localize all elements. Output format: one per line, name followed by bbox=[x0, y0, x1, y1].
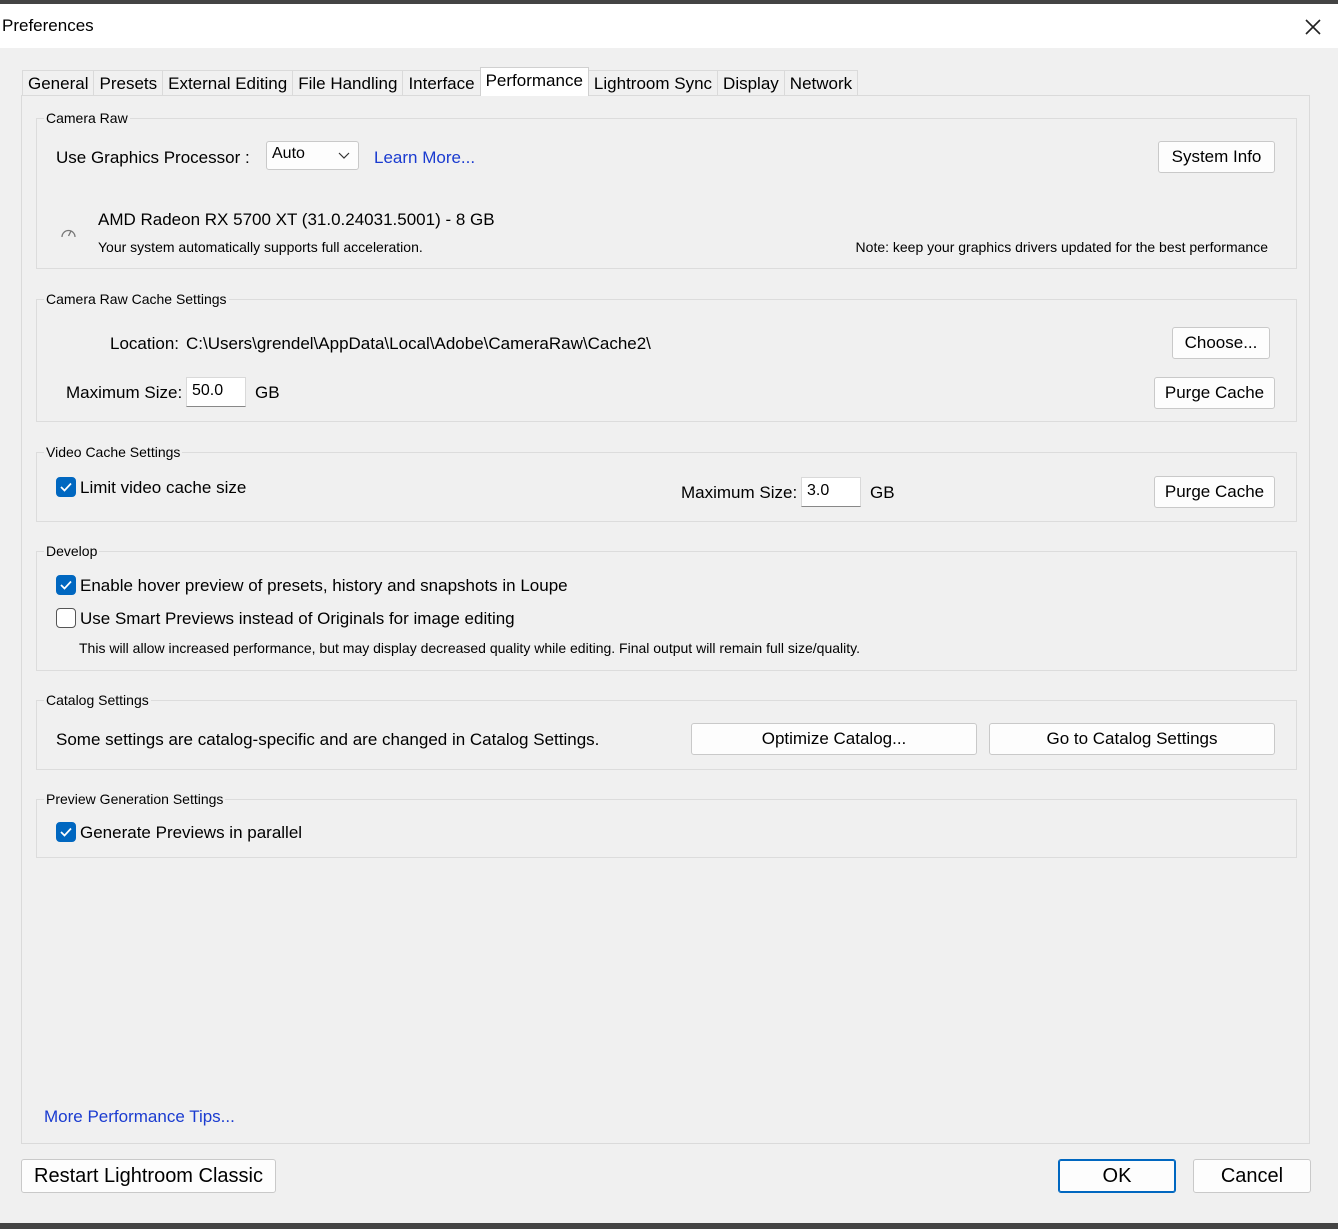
parallel-previews-label: Generate Previews in parallel bbox=[80, 823, 303, 842]
video-purge-cache-button[interactable]: Purge Cache bbox=[1154, 476, 1275, 508]
hover-preview-label: Enable hover preview of presets, history… bbox=[80, 576, 568, 595]
video-max-size-input[interactable]: 3.0 bbox=[801, 477, 861, 507]
cancel-button[interactable]: Cancel bbox=[1193, 1159, 1311, 1193]
smart-previews-checkbox[interactable] bbox=[56, 608, 76, 628]
tab-general[interactable]: General bbox=[22, 70, 95, 96]
close-button[interactable] bbox=[1298, 12, 1328, 42]
camera-raw-group: Camera Raw Use Graphics Processor : Auto… bbox=[36, 110, 1297, 269]
group-label: Develop bbox=[44, 543, 100, 559]
gpu-label: Use Graphics Processor : bbox=[56, 148, 250, 167]
video-cache-group: Video Cache Settings Limit video cache s… bbox=[36, 444, 1297, 522]
group-label: Camera Raw Cache Settings bbox=[44, 291, 229, 307]
go-to-catalog-settings-button[interactable]: Go to Catalog Settings bbox=[989, 723, 1275, 755]
group-label: Catalog Settings bbox=[44, 692, 151, 708]
group-label: Camera Raw bbox=[44, 110, 130, 126]
restart-lightroom-button[interactable]: Restart Lightroom Classic bbox=[21, 1159, 276, 1193]
tab-interface[interactable]: Interface bbox=[402, 70, 481, 96]
gpu-status: Your system automatically supports full … bbox=[98, 239, 423, 255]
parallel-previews-checkbox[interactable] bbox=[56, 822, 76, 842]
tab-bar: General Presets External Editing File Ha… bbox=[22, 67, 859, 96]
tab-network[interactable]: Network bbox=[783, 70, 859, 96]
gpu-select[interactable]: Auto bbox=[266, 141, 359, 170]
catalog-info-text: Some settings are catalog-specific and a… bbox=[56, 730, 600, 749]
chevron-down-icon bbox=[338, 152, 350, 159]
group-label: Preview Generation Settings bbox=[44, 791, 226, 807]
tab-display[interactable]: Display bbox=[717, 70, 785, 96]
camera-raw-cache-group: Camera Raw Cache Settings Location: C:\U… bbox=[36, 291, 1297, 422]
purge-cache-button[interactable]: Purge Cache bbox=[1154, 377, 1275, 409]
max-size-input[interactable]: 50.0 bbox=[186, 377, 246, 407]
driver-note: Note: keep your graphics drivers updated… bbox=[855, 239, 1268, 255]
hover-preview-checkbox[interactable] bbox=[56, 575, 76, 595]
develop-group: Develop Enable hover preview of presets,… bbox=[36, 543, 1297, 671]
smart-previews-note: This will allow increased performance, b… bbox=[79, 640, 860, 656]
video-unit-label: GB bbox=[870, 483, 895, 502]
optimize-catalog-button[interactable]: Optimize Catalog... bbox=[691, 723, 977, 755]
system-info-button[interactable]: System Info bbox=[1158, 141, 1275, 173]
choose-button[interactable]: Choose... bbox=[1172, 327, 1270, 359]
smart-previews-label: Use Smart Previews instead of Originals … bbox=[80, 609, 515, 628]
limit-video-cache-checkbox[interactable] bbox=[56, 477, 76, 497]
title-bar: Preferences bbox=[0, 4, 1338, 48]
preview-generation-group: Preview Generation Settings Generate Pre… bbox=[36, 791, 1297, 858]
catalog-settings-group: Catalog Settings Some settings are catal… bbox=[36, 692, 1297, 770]
unit-label: GB bbox=[255, 383, 280, 402]
preferences-window: Preferences General Presets External Edi… bbox=[0, 0, 1338, 1229]
location-value: C:\Users\grendel\AppData\Local\Adobe\Cam… bbox=[186, 334, 651, 353]
gpu-name: AMD Radeon RX 5700 XT (31.0.24031.5001) … bbox=[98, 210, 495, 229]
checkmark-icon bbox=[60, 580, 72, 590]
window-title: Preferences bbox=[2, 16, 94, 35]
group-label: Video Cache Settings bbox=[44, 444, 183, 460]
tab-external-editing[interactable]: External Editing bbox=[162, 70, 294, 96]
checkmark-icon bbox=[60, 827, 72, 837]
ok-button[interactable]: OK bbox=[1058, 1159, 1176, 1193]
video-max-size-label: Maximum Size: bbox=[681, 483, 798, 502]
checkmark-icon bbox=[60, 482, 72, 492]
more-performance-tips-link[interactable]: More Performance Tips... bbox=[44, 1107, 235, 1127]
tab-presets[interactable]: Presets bbox=[93, 70, 164, 96]
performance-panel: Camera Raw Use Graphics Processor : Auto… bbox=[21, 95, 1310, 1144]
tab-file-handling[interactable]: File Handling bbox=[292, 70, 404, 96]
close-icon bbox=[1305, 19, 1321, 35]
learn-more-link[interactable]: Learn More... bbox=[374, 148, 475, 168]
tab-lightroom-sync[interactable]: Lightroom Sync bbox=[587, 70, 719, 96]
location-label: Location: bbox=[110, 334, 179, 353]
limit-video-cache-label: Limit video cache size bbox=[80, 478, 247, 497]
max-size-label: Maximum Size: bbox=[66, 383, 183, 402]
gpu-select-value: Auto bbox=[272, 145, 305, 162]
gauge-icon bbox=[61, 229, 76, 238]
tab-performance[interactable]: Performance bbox=[479, 67, 589, 96]
